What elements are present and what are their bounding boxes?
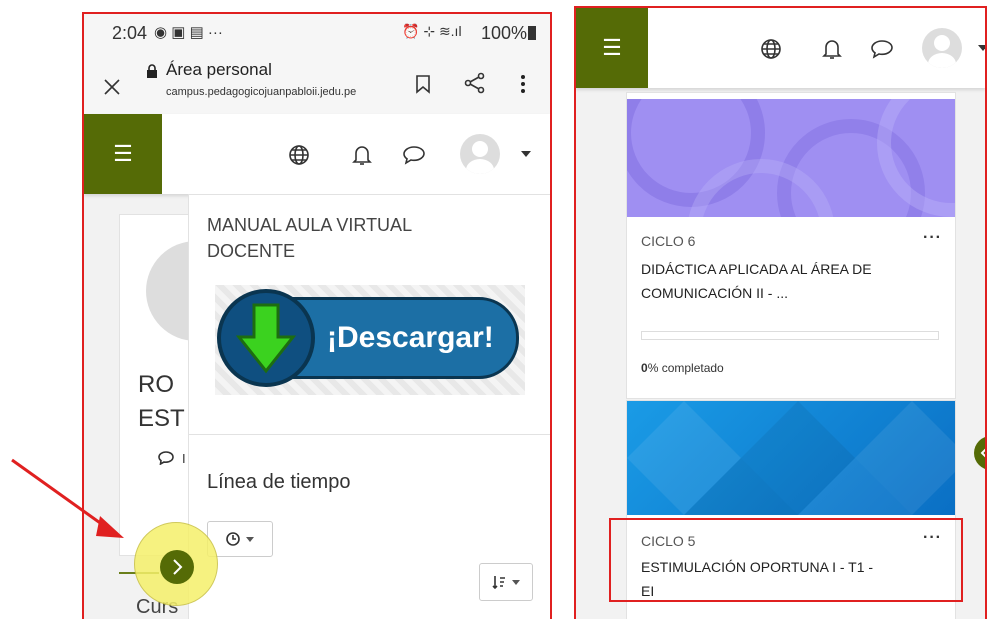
site-navbar: ☰ xyxy=(84,114,550,194)
battery-icon xyxy=(528,26,536,40)
manual-title-line2: DOCENTE xyxy=(207,241,296,261)
status-bar: 2:04 ◉ ▣ ▤ ··· ⏰ ⊹ ≋.ıl 100% xyxy=(84,14,550,52)
chevron-left-icon xyxy=(980,448,985,458)
menu-icon[interactable]: ☰ xyxy=(84,114,162,194)
clock-icon xyxy=(226,532,240,546)
course-progress-bar xyxy=(641,331,939,340)
chat-icon[interactable] xyxy=(402,144,426,166)
timeline-filter-dropdown[interactable] xyxy=(207,521,273,557)
course-progress-suffix: % completado xyxy=(647,361,724,375)
sort-icon xyxy=(492,576,505,589)
page-url[interactable]: campus.pedagogicojuanpabloii.jedu.pe xyxy=(166,86,356,98)
caret-down-icon[interactable] xyxy=(521,151,531,157)
drawer-toggle-button[interactable] xyxy=(974,436,985,470)
course-progress-text: 0% completado xyxy=(641,361,724,375)
status-time: 2:04 xyxy=(112,23,148,43)
course-image xyxy=(627,99,955,217)
course-name-line2[interactable]: COMUNICACIÓN II - ... xyxy=(641,285,788,301)
download-label: ¡Descargar! xyxy=(327,321,494,354)
battery-level: 100% xyxy=(481,23,528,43)
profile-name-line1: RO xyxy=(138,371,174,398)
bookmark-icon[interactable] xyxy=(415,74,431,94)
message-text-fragment: I xyxy=(182,451,186,466)
lock-icon xyxy=(147,64,157,78)
chevron-right-icon xyxy=(173,559,183,575)
course-cycle: CICLO 6 xyxy=(641,233,696,249)
page-title: Área personal xyxy=(166,60,272,79)
timeline-sort-dropdown[interactable] xyxy=(479,563,533,601)
profile-name-line2: EST xyxy=(138,405,185,432)
caret-down-icon xyxy=(512,579,520,585)
course-name-line1[interactable]: DIDÁCTICA APLICADA AL ÁREA DE xyxy=(641,261,872,277)
download-arrow-icon xyxy=(217,289,315,387)
course-image xyxy=(627,401,955,515)
course-card[interactable]: CICLO 6 ··· DIDÁCTICA APLICADA AL ÁREA D… xyxy=(626,92,956,399)
globe-icon[interactable] xyxy=(288,144,310,166)
close-icon[interactable] xyxy=(103,78,121,96)
course-progress-value: 0 xyxy=(641,361,648,375)
avatar-icon[interactable] xyxy=(460,134,500,174)
timeline-title: Línea de tiempo xyxy=(207,471,351,493)
avatar-icon[interactable] xyxy=(922,28,962,68)
chat-icon[interactable] xyxy=(870,38,894,60)
bell-icon[interactable] xyxy=(822,38,842,60)
globe-icon[interactable] xyxy=(760,38,782,60)
manual-block: MANUAL AULA VIRTUAL DOCENTE ¡Descargar! xyxy=(188,194,550,446)
site-navbar: ☰ xyxy=(576,8,985,88)
download-button-image[interactable]: ¡Descargar! xyxy=(215,285,525,395)
highlight-box xyxy=(609,518,963,602)
caret-down-icon[interactable] xyxy=(978,45,987,51)
menu-icon[interactable]: ☰ xyxy=(576,8,648,88)
timeline-block: Línea de tiempo xyxy=(188,434,550,619)
manual-title-line1: MANUAL AULA VIRTUAL xyxy=(207,215,413,235)
share-icon[interactable] xyxy=(464,72,486,94)
caret-down-icon xyxy=(246,536,254,542)
notification-icons: ◉ ▣ ▤ ··· xyxy=(154,24,223,41)
more-icon[interactable] xyxy=(520,74,526,94)
course-options-icon[interactable]: ··· xyxy=(923,229,942,247)
arrow-annotation xyxy=(11,458,124,538)
signal-icons: ⏰ ⊹ ≋.ıl xyxy=(402,23,462,39)
bell-icon[interactable] xyxy=(352,144,372,166)
browser-toolbar: Área personal campus.pedagogicojuanpablo… xyxy=(84,52,550,114)
